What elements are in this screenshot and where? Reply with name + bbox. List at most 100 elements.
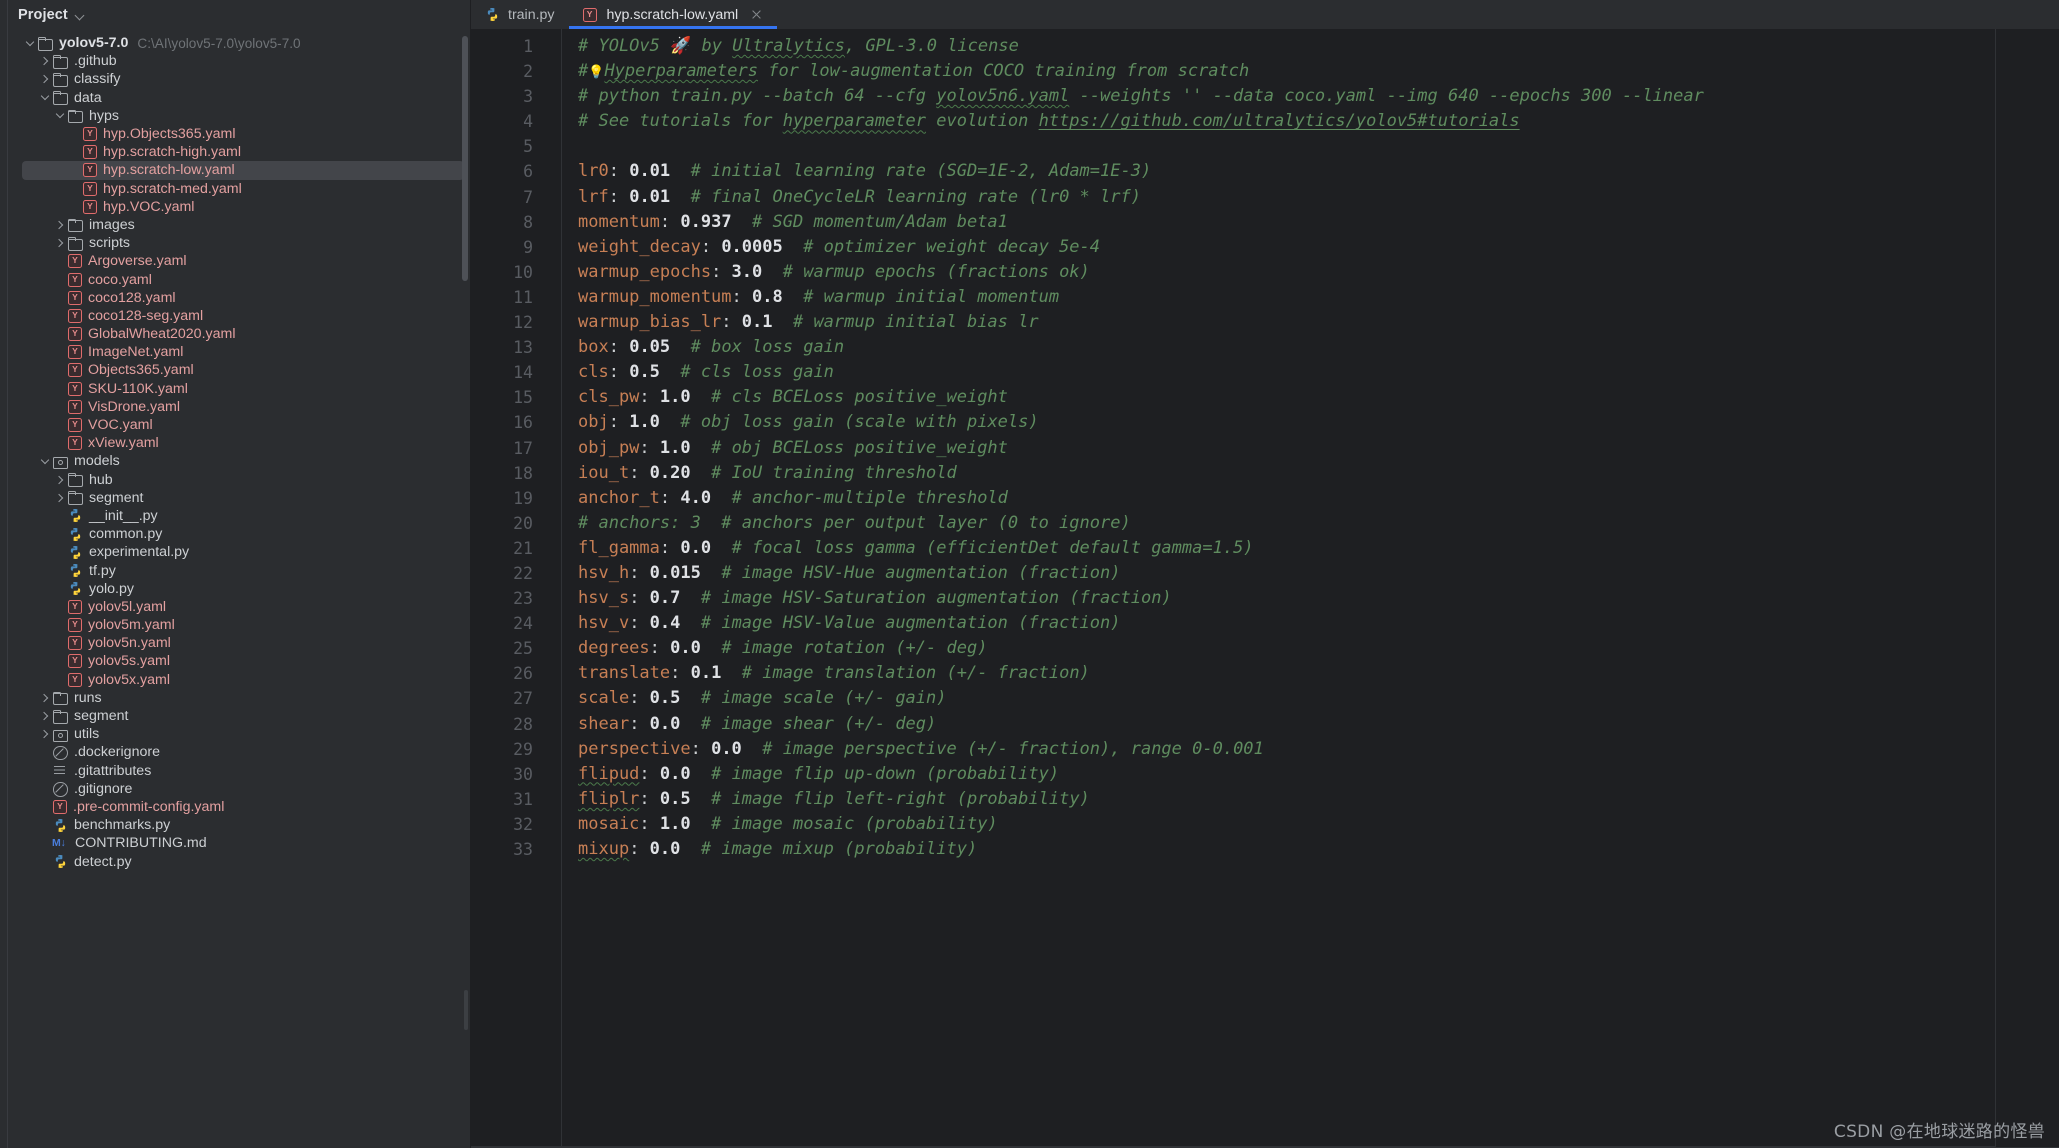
yaml-key: iou_t xyxy=(578,462,630,483)
code-content[interactable]: # YOLOv5 🚀 by Ultralytics, GPL-3.0 licen… xyxy=(562,29,1995,1148)
line-number: 8 xyxy=(523,212,533,232)
chevron-down-icon[interactable] xyxy=(52,114,67,117)
yaml-key: hsv_h xyxy=(578,562,630,583)
external-link[interactable]: https://github.com/ultralytics/yolov5#tu… xyxy=(1039,111,1520,131)
project-tree[interactable]: yolov5-7.0 C:\AI\yolov5-7.0\yolov5-7.0 .gi… xyxy=(8,30,470,871)
editor-right-gutter[interactable] xyxy=(1995,29,2059,1148)
tree-item[interactable]: Y VisDrone.yaml xyxy=(8,398,470,416)
tree-item[interactable]: Yyolov5m.yaml xyxy=(8,616,470,634)
chevron-right-icon[interactable] xyxy=(52,477,67,483)
chevron-right-icon[interactable] xyxy=(37,713,52,719)
tree-item[interactable]: Y .pre-commit-config.yaml xyxy=(8,798,470,816)
yaml-colon: : xyxy=(639,763,660,784)
code-line: lr0: 0.01 # initial learning rate (SGD=1… xyxy=(578,159,1995,184)
tree-item[interactable]: Yhyp.scratch-high.yaml xyxy=(8,143,470,161)
tree-item[interactable]: runs xyxy=(8,689,470,707)
line-number: 3 xyxy=(523,87,533,107)
tree-item[interactable]: Y Objects365.yaml xyxy=(8,361,470,379)
tree-item[interactable]: detect.py xyxy=(8,852,470,870)
yaml-value: 0.0 xyxy=(649,713,681,734)
tree-item[interactable]: __init__.py xyxy=(8,507,470,525)
tree-item[interactable]: YxView.yaml xyxy=(8,434,470,452)
yaml-key: scale xyxy=(578,688,630,709)
chevron-right-icon[interactable] xyxy=(52,222,67,228)
code-editor[interactable]: 1 2 3 4 5 6 7 8 9 10 11 12 13 14 15 16 17 18 19 20 21 22 23 24 2… xyxy=(471,29,2059,1148)
lightbulb-icon[interactable]: 💡 xyxy=(588,65,604,80)
tree-item[interactable]: Ycoco128-seg.yaml xyxy=(8,307,470,325)
code-line: # anchors: 3 # anchors per output layer … xyxy=(578,511,1995,536)
chevron-down-icon[interactable] xyxy=(37,96,52,99)
tree-item[interactable]: hub xyxy=(8,471,470,489)
python-file-icon xyxy=(53,854,68,869)
tree-item[interactable]: Yyolov5l.yaml xyxy=(8,598,470,616)
chevron-down-icon[interactable] xyxy=(75,10,86,21)
yaml-key: lr0 xyxy=(578,161,609,182)
tree-item[interactable]: models xyxy=(8,452,470,470)
editor-tab[interactable]: train.py xyxy=(471,0,569,29)
tree-item[interactable]: Y GlobalWheat2020.yaml xyxy=(8,325,470,343)
tree-item[interactable]: yolo.py xyxy=(8,580,470,598)
yaml-key: flipud xyxy=(578,763,640,784)
tree-item[interactable]: Yyolov5n.yaml xyxy=(8,634,470,652)
chevron-right-icon[interactable] xyxy=(37,731,52,737)
project-panel-scrollbar[interactable] xyxy=(462,36,468,281)
tree-item[interactable]: images xyxy=(8,216,470,234)
tree-item[interactable]: .dockerignore xyxy=(8,743,470,761)
project-panel-header[interactable]: Project xyxy=(8,0,470,30)
tree-item[interactable]: .gitignore xyxy=(8,780,470,798)
yaml-key: shear xyxy=(578,713,630,734)
tree-item[interactable]: Yhyp.scratch-med.yaml xyxy=(8,180,470,198)
tree-item[interactable]: Ycoco128.yaml xyxy=(8,289,470,307)
chevron-right-icon[interactable] xyxy=(37,695,52,701)
chevron-right-icon[interactable] xyxy=(52,495,67,501)
tree-item[interactable]: Ycoco.yaml xyxy=(8,270,470,288)
yaml-value: 1.0 xyxy=(659,813,691,834)
tree-item[interactable]: scripts xyxy=(8,234,470,252)
tree-item[interactable]: hyps xyxy=(8,107,470,125)
tree-item[interactable]: segment xyxy=(8,489,470,507)
chevron-right-icon[interactable] xyxy=(37,58,52,64)
tree-item[interactable]: Yyolov5x.yaml xyxy=(8,671,470,689)
folder-icon xyxy=(52,690,69,706)
tree-item[interactable]: Yhyp.Objects365.yaml xyxy=(8,125,470,143)
editor-tabbar[interactable]: train.py Yhyp.scratch-low.yaml xyxy=(471,0,2059,29)
yaml-file-icon: Y xyxy=(68,672,82,687)
tree-item-label: segment xyxy=(89,489,144,506)
tree-item[interactable]: experimental.py xyxy=(8,543,470,561)
tree-item[interactable]: Y ImageNet.yaml xyxy=(8,343,470,361)
tree-item[interactable]: Yhyp.scratch-low.yaml xyxy=(22,161,464,180)
tree-item[interactable]: yolov5-7.0 C:\AI\yolov5-7.0\yolov5-7.0 xyxy=(8,34,470,52)
python-file-icon xyxy=(68,545,83,560)
chevron-right-icon[interactable] xyxy=(37,76,52,82)
yaml-value: 0.5 xyxy=(659,788,691,809)
tree-item[interactable]: M↓ CONTRIBUTING.md xyxy=(8,834,470,852)
tree-item[interactable]: Yyolov5s.yaml xyxy=(8,652,470,670)
tree-item[interactable]: segment xyxy=(8,707,470,725)
tree-item[interactable]: Yhyp.VOC.yaml xyxy=(8,198,470,216)
tree-item[interactable]: benchmarks.py xyxy=(8,816,470,834)
code-fold-gutter[interactable] xyxy=(547,29,562,1148)
tree-item-label: .github xyxy=(74,53,117,70)
tree-item[interactable]: .gitattributes xyxy=(8,762,470,780)
close-icon[interactable] xyxy=(750,8,763,21)
project-panel-scrollbar-secondary[interactable] xyxy=(464,990,468,1030)
comment-text: # xyxy=(578,61,589,82)
tree-item[interactable]: Y Argoverse.yaml xyxy=(8,252,470,270)
editor-tab[interactable]: Yhyp.scratch-low.yaml xyxy=(568,0,778,29)
tree-item-label: hyp.scratch-high.yaml xyxy=(103,144,241,161)
tree-item[interactable]: Y SKU-110K.yaml xyxy=(8,380,470,398)
line-number: 7 xyxy=(523,187,533,207)
tree-item[interactable]: data xyxy=(8,89,470,107)
tree-item[interactable]: Y VOC.yaml xyxy=(8,416,470,434)
yaml-key: obj xyxy=(578,412,609,433)
yaml-value: 0.0 xyxy=(670,638,701,659)
yaml-key: perspective xyxy=(578,738,691,759)
tree-item[interactable]: tf.py xyxy=(8,561,470,579)
chevron-down-icon[interactable] xyxy=(37,460,52,463)
tree-item[interactable]: .github xyxy=(8,52,470,70)
tree-item[interactable]: common.py xyxy=(8,525,470,543)
chevron-right-icon[interactable] xyxy=(52,240,67,246)
tree-item[interactable]: classify xyxy=(8,70,470,88)
tree-item[interactable]: utils xyxy=(8,725,470,743)
chevron-down-icon[interactable] xyxy=(22,42,37,45)
